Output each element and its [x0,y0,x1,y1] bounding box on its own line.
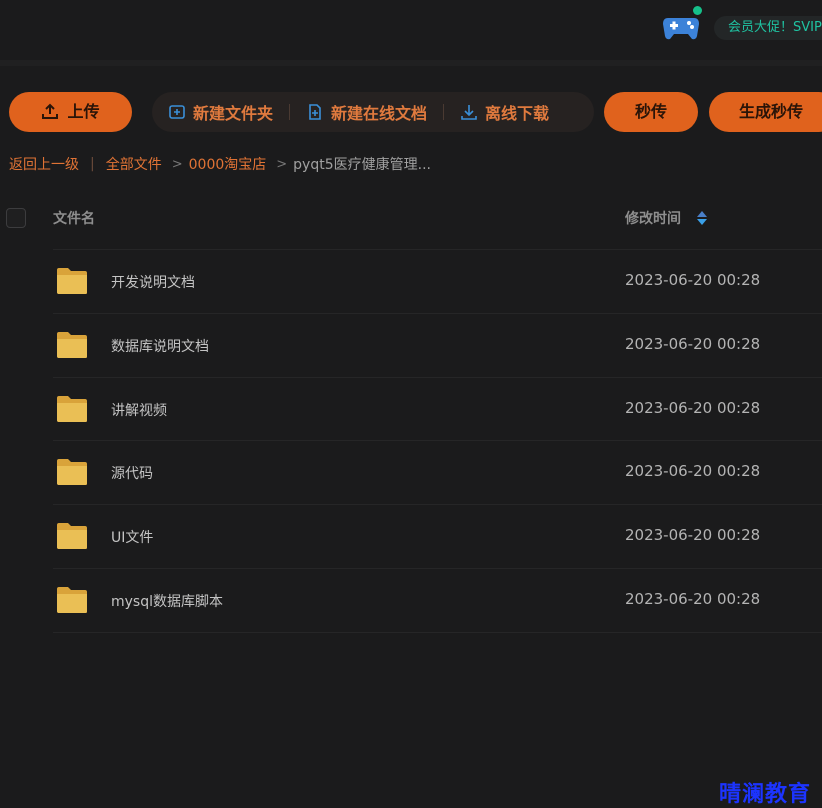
file-modified-time: 2023-06-20 00:28 [625,526,761,544]
table-row[interactable]: 讲解视频 2023-06-20 00:28 [53,377,822,441]
notification-dot [693,6,702,15]
file-modified-time: 2023-06-20 00:28 [625,462,761,480]
folder-icon [57,459,87,485]
table-row[interactable]: 源代码 2023-06-20 00:28 [53,440,822,504]
breadcrumb-current: pyqt5医疗健康管理... [293,157,431,173]
file-modified-time: 2023-06-20 00:28 [625,335,761,353]
breadcrumb-item-taobao[interactable]: 0000淘宝店 [189,154,267,174]
column-header-modified[interactable]: 修改时间 [625,208,681,228]
breadcrumb-arrow: > [171,156,183,172]
breadcrumb-item-all-files[interactable]: 全部文件 [106,154,162,174]
list-divider [53,632,822,633]
top-bar: 会员大促！SVIP [0,0,822,60]
new-online-doc-button[interactable]: 新建在线文档 [290,100,443,124]
back-link[interactable]: 返回上一级 [9,154,79,174]
create-button-group: 新建文件夹 新建在线文档 离线下载 [152,92,594,132]
watermark-text: 晴澜教育 [719,782,812,807]
new-doc-label: 新建在线文档 [331,104,428,123]
file-name[interactable]: 源代码 [111,463,153,483]
file-name[interactable]: UI文件 [111,527,153,547]
instant-upload-button[interactable]: 秒传 [604,92,698,132]
file-name[interactable]: 数据库说明文档 [111,336,209,356]
select-all-checkbox[interactable] [6,208,26,228]
new-doc-icon [309,104,321,120]
table-row[interactable]: mysql数据库脚本 2023-06-20 00:28 [53,568,822,632]
file-modified-time: 2023-06-20 00:28 [625,399,761,417]
table-row[interactable]: 数据库说明文档 2023-06-20 00:28 [53,313,822,377]
folder-icon [57,523,87,549]
file-name[interactable]: mysql数据库脚本 [111,591,223,611]
generate-instant-label: 生成秒传 [739,102,804,121]
file-modified-time: 2023-06-20 00:28 [625,590,761,608]
file-name[interactable]: 开发说明文档 [111,272,195,292]
file-modified-time: 2023-06-20 00:28 [625,271,761,289]
generate-instant-link-button[interactable]: 生成秒传 [709,92,822,132]
file-name[interactable]: 讲解视频 [111,400,167,420]
upload-label: 上传 [67,102,100,121]
breadcrumb-separator: | [90,156,95,172]
new-folder-button[interactable]: 新建文件夹 [152,100,289,124]
gamepad-icon[interactable] [662,12,700,42]
new-folder-icon [169,105,185,119]
upload-icon [42,103,59,119]
offline-download-label: 离线下载 [485,104,550,123]
instant-upload-label: 秒传 [634,102,667,121]
breadcrumb: 返回上一级 | 全部文件 > 0000淘宝店 > pyqt5医疗健康管理... [9,154,431,174]
table-row[interactable]: UI文件 2023-06-20 00:28 [53,504,822,568]
download-icon [461,105,477,120]
sort-icon[interactable] [696,210,708,226]
vip-promo-link[interactable]: 会员大促！SVIP [714,16,822,40]
folder-icon [57,268,87,294]
breadcrumb-arrow: > [276,156,288,172]
upload-button[interactable]: 上传 [9,92,132,132]
column-header-name[interactable]: 文件名 [53,208,95,228]
top-divider [0,60,822,66]
folder-icon [57,587,87,613]
folder-icon [57,396,87,422]
new-folder-label: 新建文件夹 [193,104,274,123]
table-row[interactable]: 开发说明文档 2023-06-20 00:28 [53,249,822,313]
folder-icon [57,332,87,358]
offline-download-button[interactable]: 离线下载 [444,100,565,124]
